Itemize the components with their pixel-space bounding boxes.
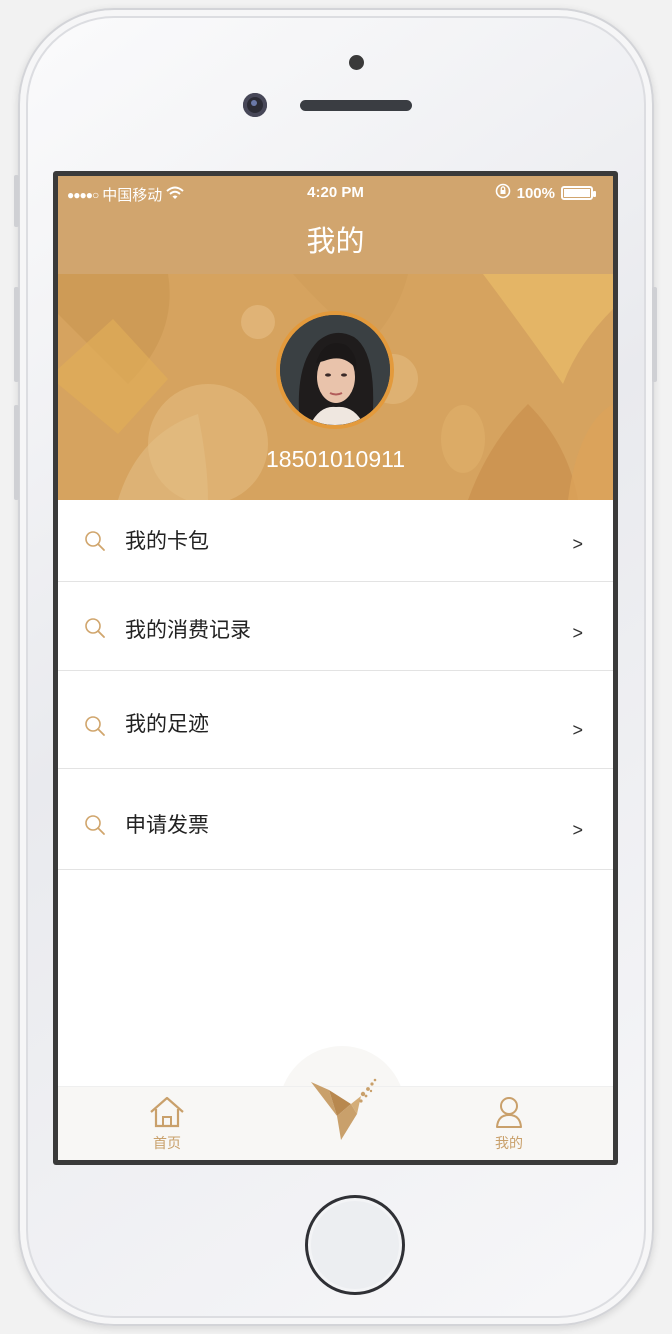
brand-logo-icon[interactable] — [305, 1074, 383, 1146]
volume-down-button — [14, 405, 19, 500]
app-display: ●●●●○ 中国移动 4:20 PM 100% 我的 18501010911 我… — [58, 176, 613, 1160]
tab-home-label: 首页 — [153, 1136, 181, 1152]
tab-mine[interactable]: 我的 — [469, 1095, 549, 1153]
profile-phone-number: 18501010911 — [266, 446, 405, 472]
battery-percent: 100% — [516, 184, 555, 202]
menu-item-label: 我的卡包 — [125, 529, 209, 553]
search-icon — [83, 529, 107, 557]
menu-item-card-wallet[interactable]: 我的卡包 > — [58, 500, 613, 582]
nav-bar: ●●●●○ 中国移动 4:20 PM 100% 我的 — [58, 176, 613, 274]
menu-item-footprints[interactable]: 我的足迹 > — [58, 671, 613, 769]
menu-item-label: 我的足迹 — [125, 712, 209, 736]
volume-up-button — [14, 287, 19, 382]
menu-item-consumption-records[interactable]: 我的消费记录 > — [58, 582, 613, 671]
search-icon — [83, 616, 107, 644]
tab-mine-label: 我的 — [495, 1136, 523, 1152]
menu-item-label: 申请发票 — [125, 813, 209, 837]
avatar[interactable] — [280, 315, 390, 425]
chevron-right-icon: > — [572, 820, 583, 840]
mute-switch — [14, 175, 19, 227]
user-icon — [469, 1095, 549, 1133]
power-button — [652, 287, 657, 382]
proximity-sensor — [349, 55, 364, 70]
profile-banner: 18501010911 — [58, 274, 613, 500]
menu-item-label: 我的消费记录 — [125, 618, 251, 642]
profile-menu: 我的卡包 > 我的消费记录 > 我的足迹 > 申请发票 > — [58, 500, 613, 870]
earpiece-speaker — [300, 100, 412, 111]
home-button[interactable] — [305, 1195, 405, 1295]
screen: ●●●●○ 中国移动 4:20 PM 100% 我的 18501010911 我… — [53, 171, 618, 1165]
status-right: 100% — [495, 183, 596, 203]
avatar-portrait-image — [280, 315, 390, 425]
tab-home[interactable]: 首页 — [127, 1095, 207, 1153]
chevron-right-icon: > — [572, 534, 583, 554]
search-icon — [83, 714, 107, 742]
avatar-ring[interactable] — [276, 311, 394, 429]
front-camera — [243, 93, 267, 117]
chevron-right-icon: > — [572, 623, 583, 643]
battery-icon — [561, 186, 596, 200]
page-title: 我的 — [306, 224, 365, 258]
rotation-lock-icon — [495, 183, 511, 203]
menu-item-request-invoice[interactable]: 申请发票 > — [58, 769, 613, 870]
chevron-right-icon: > — [572, 720, 583, 740]
status-bar: ●●●●○ 中国移动 4:20 PM 100% — [58, 176, 613, 206]
search-icon — [83, 813, 107, 841]
home-icon — [127, 1095, 207, 1133]
